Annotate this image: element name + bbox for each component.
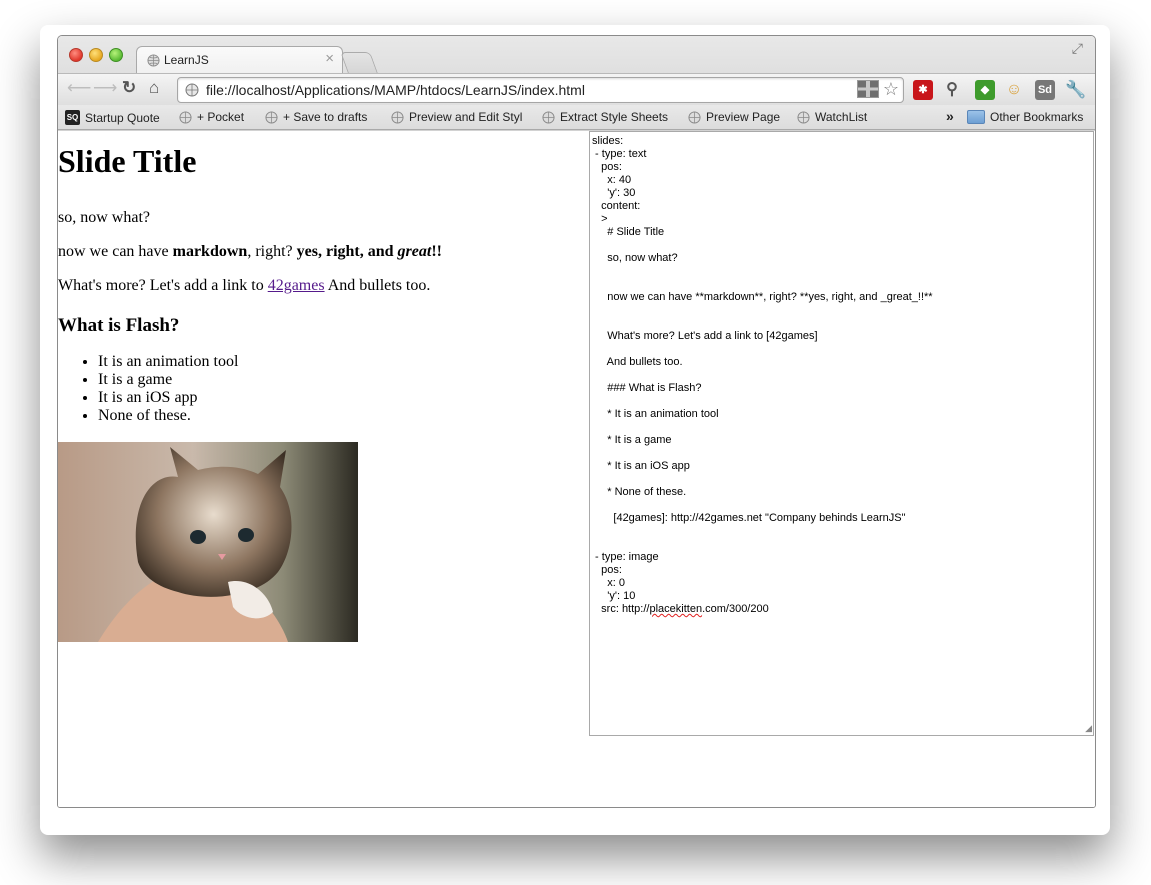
list-item: It is a game (98, 371, 238, 389)
zoom-window-button[interactable] (109, 48, 123, 62)
list-item: It is an iOS app (98, 389, 238, 407)
reload-button[interactable]: ↻ (122, 78, 136, 98)
page-content: Slide Title so, now what? now we can hav… (58, 131, 1095, 807)
globe-icon (147, 54, 160, 67)
evernote-icon[interactable]: ◆ (975, 80, 995, 100)
bookmark-label: WatchList (815, 110, 868, 124)
bookmark-label: + Pocket (197, 110, 245, 124)
bookmark-star-icon[interactable]: ☆ (883, 80, 899, 98)
lastpass-icon[interactable]: ✱ (913, 80, 933, 100)
globe-icon (688, 110, 701, 124)
bookmark-pocket[interactable]: + Pocket (179, 110, 244, 124)
bookmarks-bar: SQ Startup Quote + Pocket + Save to draf… (58, 105, 1095, 130)
folder-icon (967, 110, 985, 124)
42games-link[interactable]: 42games (268, 277, 325, 294)
close-window-button[interactable] (69, 48, 83, 62)
list-item: It is an animation tool (98, 353, 238, 371)
face-icon[interactable]: ☺ (1004, 80, 1024, 100)
sd-icon[interactable]: Sd (1035, 80, 1055, 100)
usb-icon[interactable]: ⚲ (942, 80, 962, 100)
slide-paragraph-1: so, now what? (58, 209, 150, 226)
slide-paragraph-2: now we can have markdown, right? yes, ri… (58, 243, 442, 261)
bold-text: yes, right, and (296, 243, 398, 260)
misspelled-word: placekitten (649, 603, 703, 615)
slide-paragraph-3: What's more? Let's add a link to 42games… (58, 277, 430, 295)
bookmark-label: + Save to drafts (283, 110, 368, 124)
bookmark-startup-quote[interactable]: SQ Startup Quote (65, 110, 160, 125)
slide-subheading: What is Flash? (58, 315, 180, 336)
toolbar: ⟵ ⟶ ↻ ⌂ file://localhost/Applications/MA… (58, 73, 1095, 106)
bookmark-preview-and-edit[interactable]: Preview and Edit Styl (391, 110, 522, 124)
other-bookmarks-label: Other Bookmarks (990, 110, 1084, 124)
tab-learnjs[interactable]: LearnJS × (136, 46, 343, 74)
yaml-editor-textarea[interactable]: slides: - type: text pos: x: 40 'y': 30 … (589, 131, 1094, 736)
list-item: None of these. (98, 407, 238, 425)
bookmark-label: Preview Page (706, 110, 781, 124)
new-tab-button[interactable] (340, 52, 378, 73)
bold-italic-text: great (397, 243, 432, 260)
bookmarks-overflow-button[interactable]: » (946, 108, 954, 124)
bold-text: !! (431, 243, 442, 260)
globe-icon (391, 110, 404, 124)
kitten-image (58, 442, 358, 642)
page-globe-icon (185, 83, 199, 97)
home-button[interactable]: ⌂ (149, 78, 159, 98)
globe-icon (542, 110, 555, 124)
forward-button[interactable]: ⟶ (93, 78, 117, 98)
resize-handle-icon[interactable]: ◢ (1085, 723, 1092, 734)
url-text[interactable]: file://localhost/Applications/MAMP/htdoc… (206, 82, 585, 98)
minimize-window-button[interactable] (89, 48, 103, 62)
globe-icon (797, 110, 810, 124)
fullscreen-icon[interactable]: ⤢ (1072, 40, 1083, 57)
sq-icon: SQ (65, 110, 80, 125)
globe-icon (179, 110, 192, 124)
bold-text: markdown (172, 243, 248, 260)
back-button[interactable]: ⟵ (67, 78, 91, 98)
editor-text: slides: - type: text pos: x: 40 'y': 30 … (590, 132, 1093, 616)
tab-title: LearnJS (164, 53, 209, 67)
bookmark-label: Preview and Edit Styl (409, 110, 523, 124)
bookmark-label: Startup Quote (85, 110, 160, 125)
text-span: now we can have (58, 243, 173, 260)
text-span: What's more? Let's add a link to (58, 277, 268, 294)
editor-content: .com/300/200 (702, 603, 769, 615)
bookmark-save-to-drafts[interactable]: + Save to drafts (265, 110, 367, 124)
slide-title: Slide Title (58, 143, 197, 179)
tab-close-icon[interactable]: × (325, 50, 334, 67)
globe-icon (265, 110, 278, 124)
editor-content: slides: - type: text pos: x: 40 'y': 30 … (592, 135, 933, 615)
title-bar: LearnJS × ⤢ ⟵ ⟶ ↻ ⌂ file://localhost/App… (58, 36, 1095, 131)
address-bar[interactable]: file://localhost/Applications/MAMP/htdoc… (177, 77, 904, 103)
browser-window: LearnJS × ⤢ ⟵ ⟶ ↻ ⌂ file://localhost/App… (57, 35, 1096, 808)
translate-flag-icon[interactable] (856, 80, 879, 98)
text-span: And bullets too. (324, 277, 431, 294)
bookmark-extract-style-sheets[interactable]: Extract Style Sheets (542, 110, 668, 124)
bookmark-preview-page[interactable]: Preview Page (688, 110, 780, 124)
slide-bullet-list: It is an animation tool It is a game It … (58, 353, 238, 425)
text-span: , right? (247, 243, 297, 260)
other-bookmarks-folder[interactable]: Other Bookmarks (967, 110, 1083, 124)
bookmark-label: Extract Style Sheets (560, 110, 669, 124)
bookmark-watchlist[interactable]: WatchList (797, 110, 867, 124)
wrench-icon[interactable]: 🔧 (1065, 80, 1086, 100)
